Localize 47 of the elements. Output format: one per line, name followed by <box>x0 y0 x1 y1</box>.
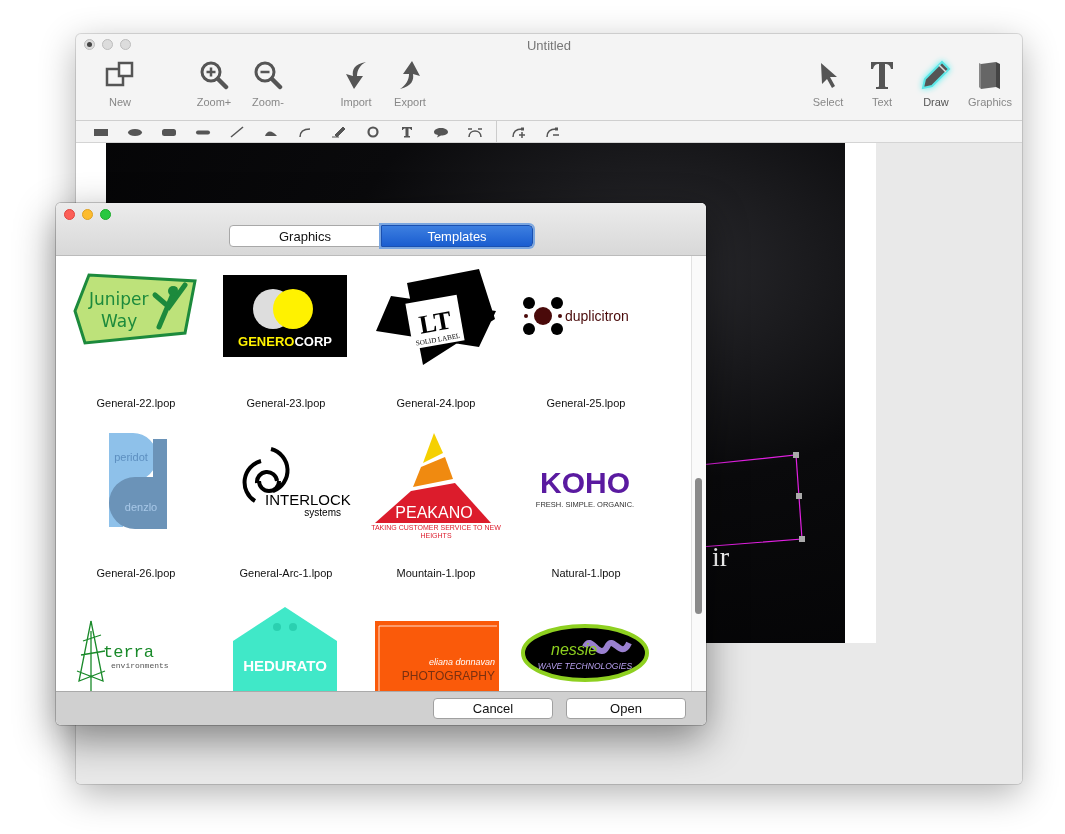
toolbar-button[interactable]: New <box>94 56 146 120</box>
logo-text: INTERLOCK <box>265 491 351 508</box>
segment-tab[interactable]: Graphics <box>229 225 381 247</box>
template-filename: General-22.lpop <box>96 397 176 409</box>
logo-text: systems <box>304 507 341 518</box>
canvas-text: ir <box>712 541 730 573</box>
segment-tab[interactable]: Templates <box>381 225 533 247</box>
template-filename: General-26.lpop <box>96 567 176 579</box>
cancel-button[interactable]: Cancel <box>433 698 553 719</box>
template-filename: General-25.lpop <box>546 397 626 409</box>
logo-text: PHOTOGRAPHY <box>401 669 495 683</box>
logo-text: terra <box>103 643 154 662</box>
template-filename: General-23.lpop <box>246 397 326 409</box>
template-filename: Mountain-1.lpop <box>396 567 476 579</box>
logo-text: eliana donnavan <box>428 657 495 667</box>
toolbar-button[interactable]: Select <box>801 56 854 120</box>
logo-text: HEDURATO <box>243 657 327 674</box>
logo-text: GENEROCORP <box>238 334 332 349</box>
template-filename: Natural-1.lpop <box>551 567 621 579</box>
scrollbar-thumb[interactable] <box>695 478 702 614</box>
window-title: Untitled <box>526 37 572 53</box>
template-filename: General-Arc-1.lpop <box>239 567 333 579</box>
logo-text: Way <box>101 311 138 331</box>
logo-text: nessie <box>551 641 598 658</box>
zoom-in-icon <box>198 60 230 90</box>
logo-text: environments <box>111 661 169 670</box>
zoom-out-icon <box>252 60 284 90</box>
toolbar-button[interactable]: Draw <box>909 56 962 120</box>
toolbar-button[interactable]: Export <box>384 56 436 120</box>
template-thumbnail[interactable]: duplicitron <box>521 261 651 371</box>
open-button[interactable]: Open <box>566 698 686 719</box>
toolbar-button[interactable]: Import <box>330 56 382 120</box>
logo-text: WAVE TECHNOLOGIES <box>537 661 633 671</box>
logo-text: KOHO <box>540 466 630 499</box>
logo-text: PEAKANO <box>395 504 473 521</box>
template-thumbnail[interactable]: INTERLOCK systems <box>221 431 351 541</box>
toolbar-button[interactable]: Text <box>855 56 908 120</box>
close-button[interactable] <box>84 39 95 50</box>
pencil-icon <box>919 60 952 90</box>
toolbar-button[interactable]: Graphics <box>963 56 1016 120</box>
template-filename: General-24.lpop <box>396 397 476 409</box>
toolbar-button[interactable]: Zoom+ <box>188 56 240 120</box>
logo-text: Juniper <box>89 289 149 309</box>
toolbar-button[interactable]: Zoom- <box>242 56 294 120</box>
logo-text: duplicitron <box>565 308 629 324</box>
template-thumbnail[interactable]: terra environments <box>71 601 201 691</box>
logo-text: denzlo <box>124 501 158 513</box>
